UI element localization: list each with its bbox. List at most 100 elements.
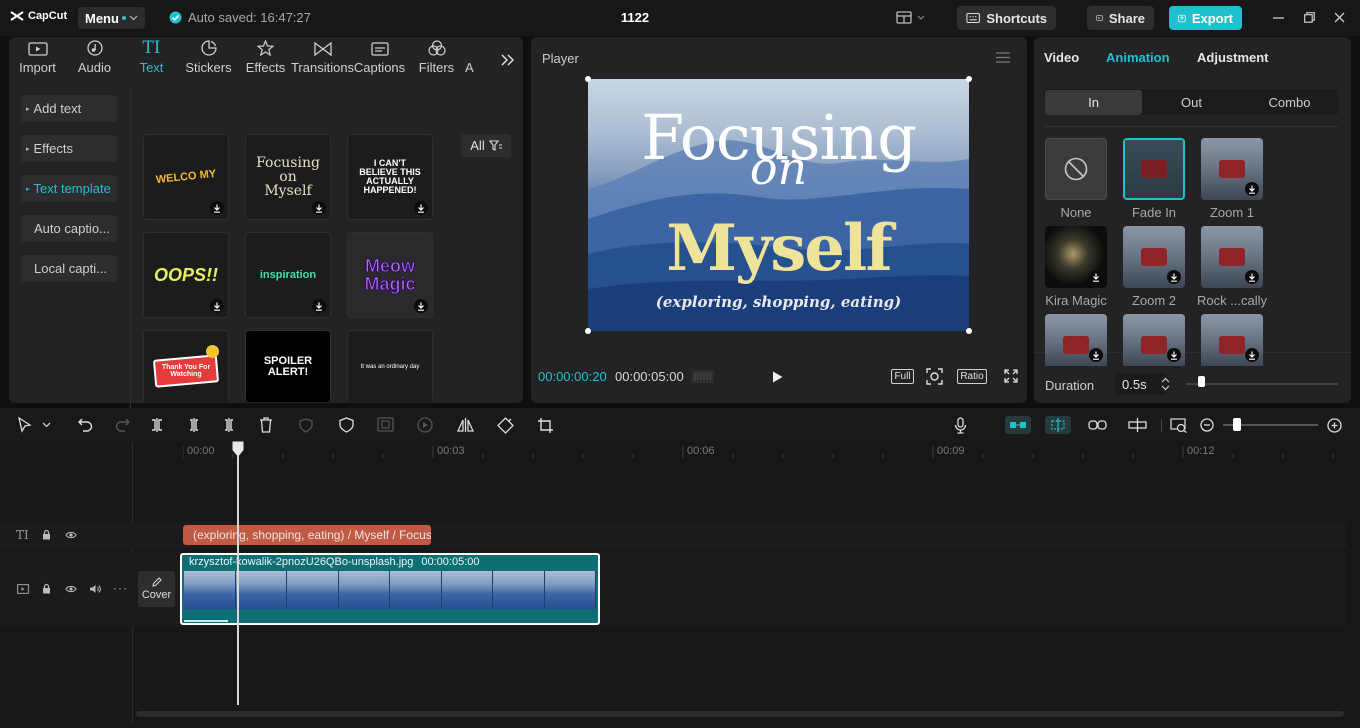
shield-icon[interactable] [339, 417, 354, 433]
overlay-text-on[interactable]: on [588, 145, 969, 191]
download-icon[interactable] [210, 201, 224, 215]
play-icon[interactable] [772, 371, 783, 383]
template-item[interactable]: I CAN'T BELIEVE THIS ACTUALLY HAPPENED! [347, 134, 433, 220]
tab-audio[interactable]: Audio [66, 37, 123, 79]
duration-input[interactable]: 0.5s [1115, 373, 1167, 395]
download-icon[interactable] [414, 299, 428, 313]
timeline-scrollbar[interactable] [136, 711, 1344, 717]
resize-handle[interactable] [585, 76, 591, 82]
anim-tab-in[interactable]: In [1045, 90, 1142, 115]
split-left-icon[interactable] [187, 417, 201, 433]
tab-adjustment[interactable]: Adjustment [1197, 50, 1269, 65]
nav-add-text[interactable]: ▸ Add text [21, 95, 117, 122]
link-icon[interactable] [1088, 419, 1107, 431]
time-ruler[interactable] [183, 442, 1343, 458]
template-item[interactable]: Focusing on Myself [245, 134, 331, 220]
template-item[interactable]: SPOILER ALERT! [245, 330, 331, 402]
template-item[interactable]: It was an ordinary day [347, 330, 433, 402]
heart-shield-icon[interactable] [298, 417, 314, 433]
double-chevron-right-icon[interactable] [501, 54, 514, 66]
download-icon[interactable] [1089, 270, 1103, 284]
zoom-fit-icon[interactable] [1170, 418, 1188, 433]
split-right-icon[interactable] [222, 417, 236, 433]
video-clip[interactable]: krzysztof-kowalik-2pnozU26QBo-unsplash.j… [180, 553, 600, 625]
nav-effects[interactable]: ▸ Effects [21, 135, 117, 162]
select-cursor-icon[interactable] [18, 417, 32, 433]
download-icon[interactable] [1167, 348, 1181, 362]
cover-button[interactable]: Cover [138, 571, 175, 607]
zoom-out-icon[interactable] [1200, 418, 1214, 432]
anim-item[interactable] [1123, 314, 1185, 366]
tab-import[interactable]: Import [9, 37, 66, 79]
duration-slider-thumb[interactable] [1198, 376, 1206, 387]
delete-icon[interactable] [259, 417, 273, 433]
download-icon[interactable] [1245, 348, 1259, 362]
resize-handle[interactable] [966, 76, 972, 82]
tab-adjustment[interactable]: A [465, 37, 479, 79]
duration-slider-track[interactable] [1186, 383, 1338, 385]
anim-zoom-1[interactable] [1201, 138, 1263, 200]
freeze-frame-icon[interactable] [377, 417, 394, 432]
full-button[interactable]: Full [891, 369, 914, 384]
fit-screen-icon[interactable] [926, 368, 943, 385]
resize-handle[interactable] [966, 328, 972, 334]
auto-snap-button[interactable] [1045, 416, 1071, 434]
anim-zoom-2[interactable] [1123, 226, 1185, 288]
layout-icon[interactable] [896, 11, 928, 25]
anim-rock-cally[interactable] [1201, 226, 1263, 288]
mirror-icon[interactable] [457, 417, 474, 433]
microphone-icon[interactable] [954, 417, 967, 434]
lock-icon[interactable] [42, 583, 51, 594]
download-icon[interactable] [1245, 182, 1259, 196]
download-icon[interactable] [312, 299, 326, 313]
main-track-magnet-button[interactable] [1005, 416, 1031, 434]
redo-icon[interactable] [115, 417, 130, 432]
nav-text-template[interactable]: ▸ Text template [21, 175, 117, 202]
ratio-button[interactable]: Ratio [957, 369, 987, 384]
split-icon[interactable] [150, 417, 164, 433]
tab-text[interactable]: TI Text [123, 37, 180, 79]
project-title[interactable]: 1122 [0, 10, 1270, 25]
restore-icon[interactable] [1304, 12, 1315, 23]
playhead-line[interactable] [237, 450, 239, 705]
resize-handle[interactable] [585, 328, 591, 334]
minimize-icon[interactable] [1273, 17, 1284, 19]
preview-axis-icon[interactable] [1128, 418, 1147, 432]
undo-icon[interactable] [78, 417, 93, 432]
template-item[interactable]: Meow Magic [347, 232, 433, 318]
nav-auto-captions[interactable]: Auto captio... [21, 215, 117, 242]
speaker-icon[interactable] [89, 584, 101, 594]
anim-none[interactable] [1045, 138, 1107, 200]
close-icon[interactable] [1334, 12, 1345, 23]
tab-animation[interactable]: Animation [1106, 50, 1170, 65]
tab-video[interactable]: Video [1044, 50, 1079, 65]
eye-icon[interactable] [65, 531, 77, 539]
nav-local-captions[interactable]: Local capti... [21, 255, 117, 282]
zoom-in-icon[interactable] [1327, 418, 1342, 433]
tab-effects[interactable]: Effects [237, 37, 294, 79]
more-options-icon[interactable]: ··· [113, 581, 128, 595]
anim-item[interactable] [1201, 314, 1263, 366]
anim-fade-in[interactable] [1123, 138, 1185, 200]
tab-stickers[interactable]: Stickers [180, 37, 237, 79]
stepper-icon[interactable] [1161, 377, 1170, 391]
overlay-text-myself[interactable]: Myself [588, 217, 969, 281]
playhead-handle-icon[interactable] [232, 441, 244, 457]
anim-item[interactable] [1045, 314, 1107, 366]
template-item[interactable]: Thank You For Watching [143, 330, 229, 402]
waveform-icon[interactable] [692, 370, 714, 383]
download-icon[interactable] [1167, 270, 1181, 284]
overlay-text-subtitle[interactable]: (exploring, shopping, eating) [588, 293, 969, 311]
template-item[interactable]: inspiration [245, 232, 331, 318]
download-icon[interactable] [210, 299, 224, 313]
zoom-slider-thumb[interactable] [1232, 418, 1241, 431]
template-item[interactable]: WELCO MY [143, 134, 229, 220]
download-icon[interactable] [414, 201, 428, 215]
download-icon[interactable] [312, 201, 326, 215]
export-button[interactable]: Export [1169, 6, 1242, 30]
tab-transitions[interactable]: Transitions [291, 37, 354, 79]
tab-captions[interactable]: Captions [351, 37, 408, 79]
hamburger-menu-icon[interactable] [996, 52, 1010, 63]
preview-canvas[interactable]: Focusing on Myself (exploring, shopping,… [588, 79, 969, 331]
reverse-play-icon[interactable] [417, 417, 433, 433]
